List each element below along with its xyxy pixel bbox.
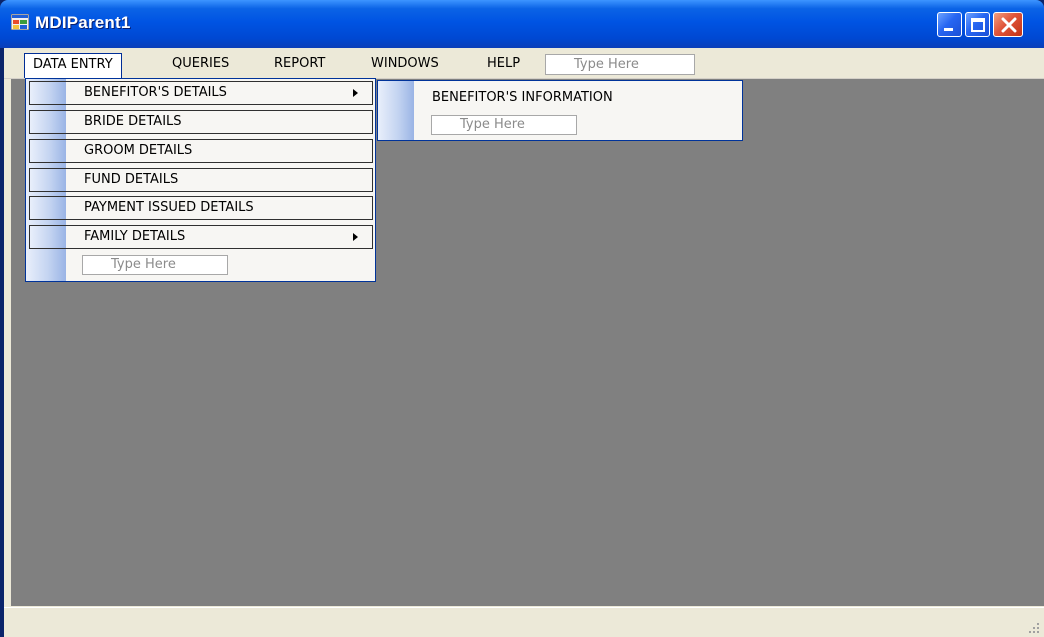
menu-item-label: PAYMENT ISSUED DETAILS bbox=[84, 200, 254, 215]
menu-report[interactable]: REPORT bbox=[266, 53, 333, 75]
menu-queries[interactable]: QUERIES bbox=[164, 53, 237, 75]
minimize-button[interactable] bbox=[937, 12, 962, 37]
menu-item-groom-details[interactable]: GROOM DETAILS bbox=[29, 139, 373, 163]
menu-item-benefitors-details[interactable]: BENEFITOR'S DETAILS bbox=[29, 81, 373, 105]
menu-item-label: FUND DETAILS bbox=[84, 172, 179, 187]
title-bar[interactable]: MDIParent1 bbox=[0, 0, 1044, 48]
app-window-icon bbox=[11, 14, 29, 30]
menu-item-label: GROOM DETAILS bbox=[84, 143, 193, 158]
mdi-parent-window: MDIParent1 DATA ENTRY QUERIES REPORT WIN… bbox=[0, 0, 1044, 637]
menu-help[interactable]: HELP bbox=[479, 53, 528, 75]
menu-item-label: BRIDE DETAILS bbox=[84, 114, 182, 129]
menu-item-payment-issued-details[interactable]: PAYMENT ISSUED DETAILS bbox=[29, 196, 373, 220]
window-title: MDIParent1 bbox=[35, 13, 131, 32]
menu-item-fund-details[interactable]: FUND DETAILS bbox=[29, 168, 373, 192]
dropdown-type-here[interactable]: Type Here bbox=[82, 255, 228, 275]
resize-grip-icon[interactable] bbox=[1028, 622, 1040, 634]
menu-data-entry[interactable]: DATA ENTRY bbox=[24, 53, 122, 78]
menubar-type-here[interactable]: Type Here bbox=[545, 54, 695, 75]
submenu-arrow-icon bbox=[353, 89, 358, 97]
close-icon bbox=[1001, 17, 1017, 33]
menu-item-family-details[interactable]: FAMILY DETAILS bbox=[29, 225, 373, 249]
menu-item-label: BENEFITOR'S DETAILS bbox=[84, 85, 227, 100]
minimize-icon bbox=[944, 28, 953, 31]
submenu-arrow-icon bbox=[353, 233, 358, 241]
menu-item-bride-details[interactable]: BRIDE DETAILS bbox=[29, 110, 373, 134]
close-button[interactable] bbox=[993, 12, 1023, 37]
submenu-image-margin bbox=[378, 81, 414, 140]
menu-item-benefitors-information[interactable]: BENEFITOR'S INFORMATION bbox=[432, 90, 613, 105]
submenu-type-here[interactable]: Type Here bbox=[431, 115, 577, 135]
menu-bar: DATA ENTRY QUERIES REPORT WINDOWS HELP T… bbox=[4, 48, 1044, 79]
data-entry-dropdown: BENEFITOR'S DETAILS BRIDE DETAILS GROOM … bbox=[25, 78, 376, 282]
menu-item-label: FAMILY DETAILS bbox=[84, 229, 186, 244]
maximize-icon bbox=[971, 18, 985, 32]
benefitors-details-submenu: BENEFITOR'S INFORMATION Type Here bbox=[377, 80, 743, 141]
maximize-button[interactable] bbox=[965, 12, 990, 37]
status-bar bbox=[4, 607, 1044, 637]
menu-windows[interactable]: WINDOWS bbox=[363, 53, 447, 75]
